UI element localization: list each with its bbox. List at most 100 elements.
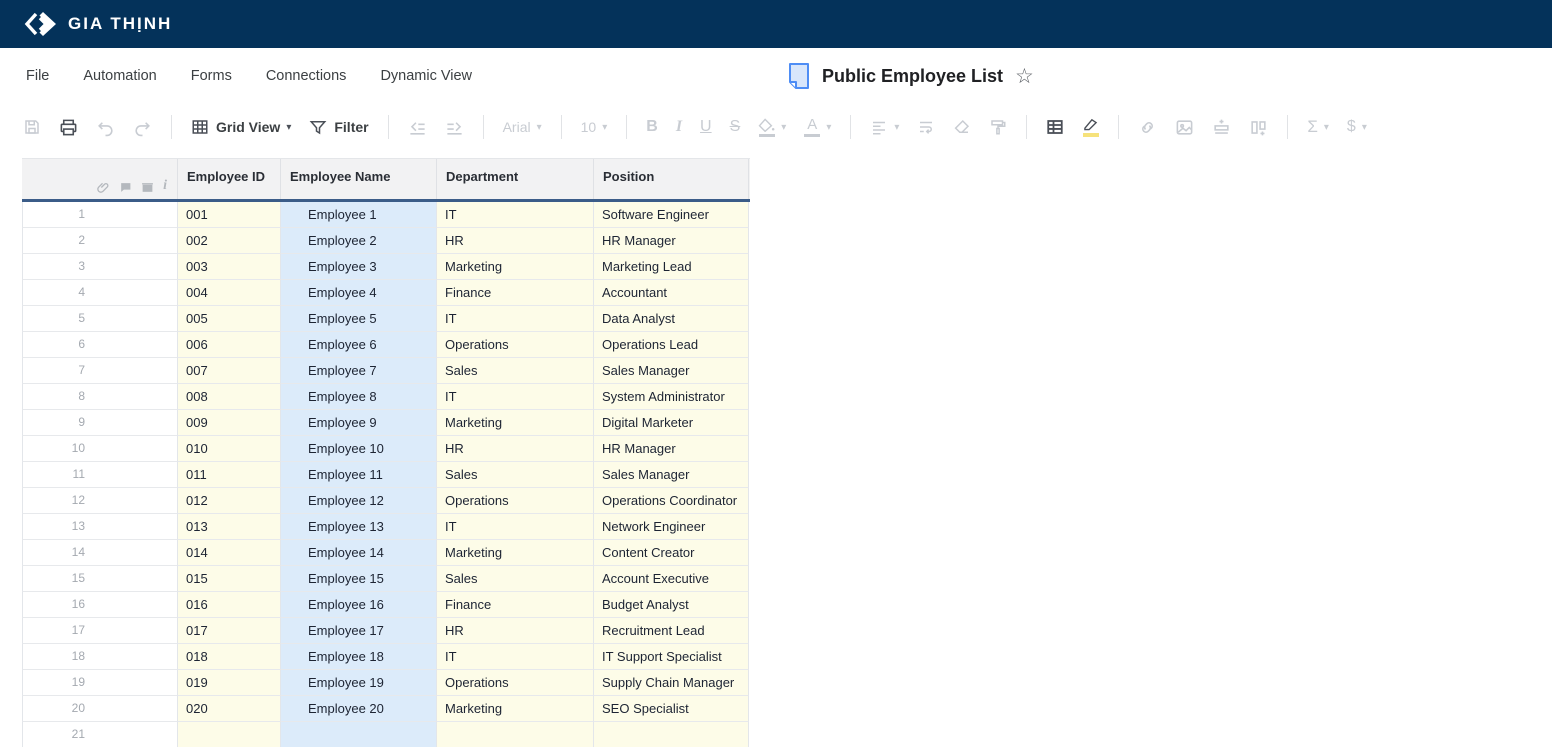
format-painter-button[interactable]: [980, 111, 1016, 143]
column-header-department[interactable]: Department: [437, 159, 594, 199]
row-number[interactable]: 12: [22, 488, 178, 514]
cell-position[interactable]: Content Creator: [594, 540, 749, 566]
cell-department[interactable]: Marketing: [437, 540, 594, 566]
attachment-icon[interactable]: [97, 181, 110, 194]
cell-employee-name[interactable]: Employee 11: [281, 462, 437, 488]
cell-department[interactable]: IT: [437, 306, 594, 332]
cell-employee-id[interactable]: 018: [178, 644, 281, 670]
cell-position[interactable]: Supply Chain Manager: [594, 670, 749, 696]
redo-button[interactable]: [124, 111, 161, 143]
row-number[interactable]: 21: [22, 722, 178, 747]
cell-employee-name[interactable]: Employee 4: [281, 280, 437, 306]
cell-department[interactable]: Operations: [437, 332, 594, 358]
fill-color-button[interactable]: ▾: [749, 111, 795, 143]
cell-department[interactable]: Finance: [437, 280, 594, 306]
cell-employee-id[interactable]: 009: [178, 410, 281, 436]
cell-position[interactable]: Accountant: [594, 280, 749, 306]
cell-employee-name[interactable]: Employee 19: [281, 670, 437, 696]
table-button[interactable]: [1037, 111, 1073, 143]
cell-employee-id[interactable]: 010: [178, 436, 281, 462]
cell-employee-id[interactable]: 011: [178, 462, 281, 488]
cell-employee-name[interactable]: [281, 722, 437, 747]
cell-employee-name[interactable]: Employee 7: [281, 358, 437, 384]
cell-employee-id[interactable]: 012: [178, 488, 281, 514]
print-button[interactable]: [50, 111, 87, 143]
cell-employee-id[interactable]: 017: [178, 618, 281, 644]
currency-button[interactable]: $ ▾: [1338, 111, 1376, 143]
cell-position[interactable]: HR Manager: [594, 228, 749, 254]
row-number[interactable]: 19: [22, 670, 178, 696]
comment-icon[interactable]: [119, 181, 132, 194]
filter-button[interactable]: Filter: [300, 111, 377, 143]
row-number[interactable]: 1: [22, 202, 178, 228]
cell-position[interactable]: Marketing Lead: [594, 254, 749, 280]
cell-position[interactable]: Operations Coordinator: [594, 488, 749, 514]
cell-employee-name[interactable]: Employee 16: [281, 592, 437, 618]
cell-department[interactable]: Marketing: [437, 696, 594, 722]
cell-employee-name[interactable]: Employee 14: [281, 540, 437, 566]
save-button[interactable]: [14, 111, 50, 143]
cell-employee-name[interactable]: Employee 1: [281, 202, 437, 228]
cell-department[interactable]: Sales: [437, 566, 594, 592]
cell-employee-id[interactable]: 005: [178, 306, 281, 332]
cell-employee-id[interactable]: 006: [178, 332, 281, 358]
cell-employee-id[interactable]: 019: [178, 670, 281, 696]
cell-position[interactable]: Network Engineer: [594, 514, 749, 540]
cell-position[interactable]: Data Analyst: [594, 306, 749, 332]
bold-button[interactable]: B: [637, 111, 667, 143]
cell-department[interactable]: Finance: [437, 592, 594, 618]
cell-position[interactable]: SEO Specialist: [594, 696, 749, 722]
cell-employee-id[interactable]: 004: [178, 280, 281, 306]
row-number[interactable]: 14: [22, 540, 178, 566]
cell-employee-name[interactable]: Employee 18: [281, 644, 437, 670]
cell-employee-id[interactable]: 015: [178, 566, 281, 592]
row-number[interactable]: 18: [22, 644, 178, 670]
cell-employee-name[interactable]: Employee 15: [281, 566, 437, 592]
cell-department[interactable]: Sales: [437, 358, 594, 384]
cell-position[interactable]: Recruitment Lead: [594, 618, 749, 644]
row-number[interactable]: 20: [22, 696, 178, 722]
cell-employee-name[interactable]: Employee 17: [281, 618, 437, 644]
row-number[interactable]: 17: [22, 618, 178, 644]
row-number[interactable]: 7: [22, 358, 178, 384]
cell-position[interactable]: Budget Analyst: [594, 592, 749, 618]
cell-position[interactable]: Sales Manager: [594, 462, 749, 488]
row-number[interactable]: 10: [22, 436, 178, 462]
row-number[interactable]: 8: [22, 384, 178, 410]
menu-automation[interactable]: Automation: [83, 68, 156, 84]
cell-employee-id[interactable]: 003: [178, 254, 281, 280]
align-button[interactable]: ▾: [861, 111, 908, 143]
row-number[interactable]: 6: [22, 332, 178, 358]
cell-employee-name[interactable]: Employee 12: [281, 488, 437, 514]
cell-department[interactable]: Marketing: [437, 254, 594, 280]
menu-connections[interactable]: Connections: [266, 68, 347, 84]
insert-row-button[interactable]: [1203, 111, 1240, 143]
font-family-select[interactable]: Arial ▾: [494, 111, 551, 143]
italic-button[interactable]: I: [667, 111, 691, 143]
cell-position[interactable]: Digital Marketer: [594, 410, 749, 436]
strikethrough-button[interactable]: S: [721, 111, 750, 143]
font-size-select[interactable]: 10 ▾: [572, 111, 617, 143]
column-header-employee-id[interactable]: Employee ID: [178, 159, 281, 199]
cell-department[interactable]: IT: [437, 644, 594, 670]
cell-department[interactable]: Sales: [437, 462, 594, 488]
row-number[interactable]: 16: [22, 592, 178, 618]
cell-employee-name[interactable]: Employee 2: [281, 228, 437, 254]
cell-department[interactable]: IT: [437, 514, 594, 540]
text-wrap-button[interactable]: [908, 111, 944, 143]
cell-employee-name[interactable]: Employee 20: [281, 696, 437, 722]
cell-department[interactable]: HR: [437, 618, 594, 644]
cell-employee-name[interactable]: Employee 9: [281, 410, 437, 436]
cell-employee-id[interactable]: 008: [178, 384, 281, 410]
cell-position[interactable]: Software Engineer: [594, 202, 749, 228]
cell-employee-id[interactable]: 020: [178, 696, 281, 722]
cell-position[interactable]: IT Support Specialist: [594, 644, 749, 670]
favorite-star-icon[interactable]: ☆: [1015, 66, 1034, 87]
cell-employee-name[interactable]: Employee 8: [281, 384, 437, 410]
row-number[interactable]: 9: [22, 410, 178, 436]
cell-employee-name[interactable]: Employee 13: [281, 514, 437, 540]
row-number[interactable]: 4: [22, 280, 178, 306]
column-header-employee-name[interactable]: Employee Name: [281, 159, 437, 199]
row-number[interactable]: 2: [22, 228, 178, 254]
row-number[interactable]: 3: [22, 254, 178, 280]
